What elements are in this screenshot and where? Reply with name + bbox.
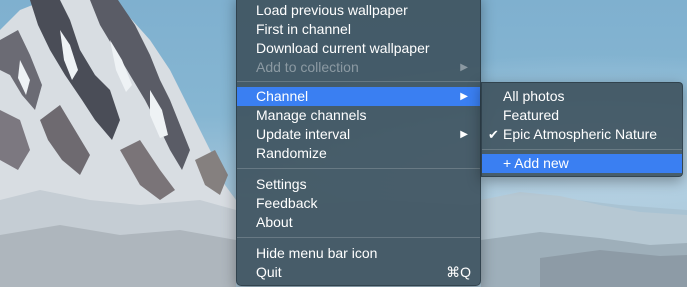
menu-item-label: About	[256, 214, 293, 230]
menu-item-label: Settings	[256, 176, 307, 192]
menu-item-label: Hide menu bar icon	[256, 245, 378, 261]
submenu-arrow-icon: ▶	[460, 62, 468, 73]
menu-item-hide-menu-bar-icon[interactable]: Hide menu bar icon	[237, 244, 480, 263]
menu-separator	[237, 237, 480, 238]
menu-separator	[482, 149, 682, 150]
keyboard-shortcut: ⌘Q	[446, 264, 471, 280]
menu-item-label: Quit	[256, 264, 282, 280]
menu-item-settings[interactable]: Settings	[237, 175, 480, 194]
submenu-item-label: Epic Atmospheric Nature	[503, 126, 658, 142]
checkmark-icon: ✔	[488, 127, 499, 142]
menu-item-label: Randomize	[256, 145, 327, 161]
menu-item-manage-channels[interactable]: Manage channels	[237, 106, 480, 125]
menu-item-label: Feedback	[256, 195, 318, 211]
submenu-item-add-new[interactable]: + Add new	[482, 154, 682, 173]
channel-submenu: All photos Featured ✔ Epic Atmospheric N…	[481, 82, 683, 177]
menu-item-label: Manage channels	[256, 107, 367, 123]
menu-item-load-previous-wallpaper[interactable]: Load previous wallpaper	[237, 1, 480, 20]
menu-item-update-interval[interactable]: Update interval ▶	[237, 125, 480, 144]
submenu-arrow-icon: ▶	[460, 91, 468, 102]
menu-separator	[237, 81, 480, 82]
menu-item-quit[interactable]: Quit ⌘Q	[237, 263, 480, 282]
submenu-item-label: + Add new	[503, 155, 569, 171]
menu-separator	[237, 168, 480, 169]
menu-item-feedback[interactable]: Feedback	[237, 194, 480, 213]
submenu-item-label: All photos	[503, 88, 565, 104]
menu-item-download-current-wallpaper[interactable]: Download current wallpaper	[237, 39, 480, 58]
menu-item-label: Channel	[256, 88, 309, 104]
menu-item-label: Update interval	[256, 126, 351, 142]
submenu-arrow-icon: ▶	[460, 129, 468, 140]
desktop-wallpaper: Load previous wallpaper First in channel…	[0, 0, 687, 287]
submenu-item-featured[interactable]: Featured	[482, 106, 682, 125]
menu-item-add-to-collection: Add to collection ▶	[237, 58, 480, 77]
menu-item-label: Load previous wallpaper	[256, 2, 408, 18]
menu-item-first-in-channel[interactable]: First in channel	[237, 20, 480, 39]
app-dropdown-menu: Load previous wallpaper First in channel…	[236, 0, 481, 286]
menu-item-randomize[interactable]: Randomize	[237, 144, 480, 163]
menu-item-channel[interactable]: Channel ▶	[237, 87, 480, 106]
menu-item-label: First in channel	[256, 21, 351, 37]
submenu-item-all-photos[interactable]: All photos	[482, 87, 682, 106]
menu-item-label: Download current wallpaper	[256, 40, 430, 56]
menu-item-label: Add to collection	[256, 59, 359, 75]
submenu-item-epic-atmospheric-nature[interactable]: ✔ Epic Atmospheric Nature	[482, 125, 682, 144]
submenu-item-label: Featured	[503, 107, 560, 123]
menu-item-about[interactable]: About	[237, 213, 480, 232]
